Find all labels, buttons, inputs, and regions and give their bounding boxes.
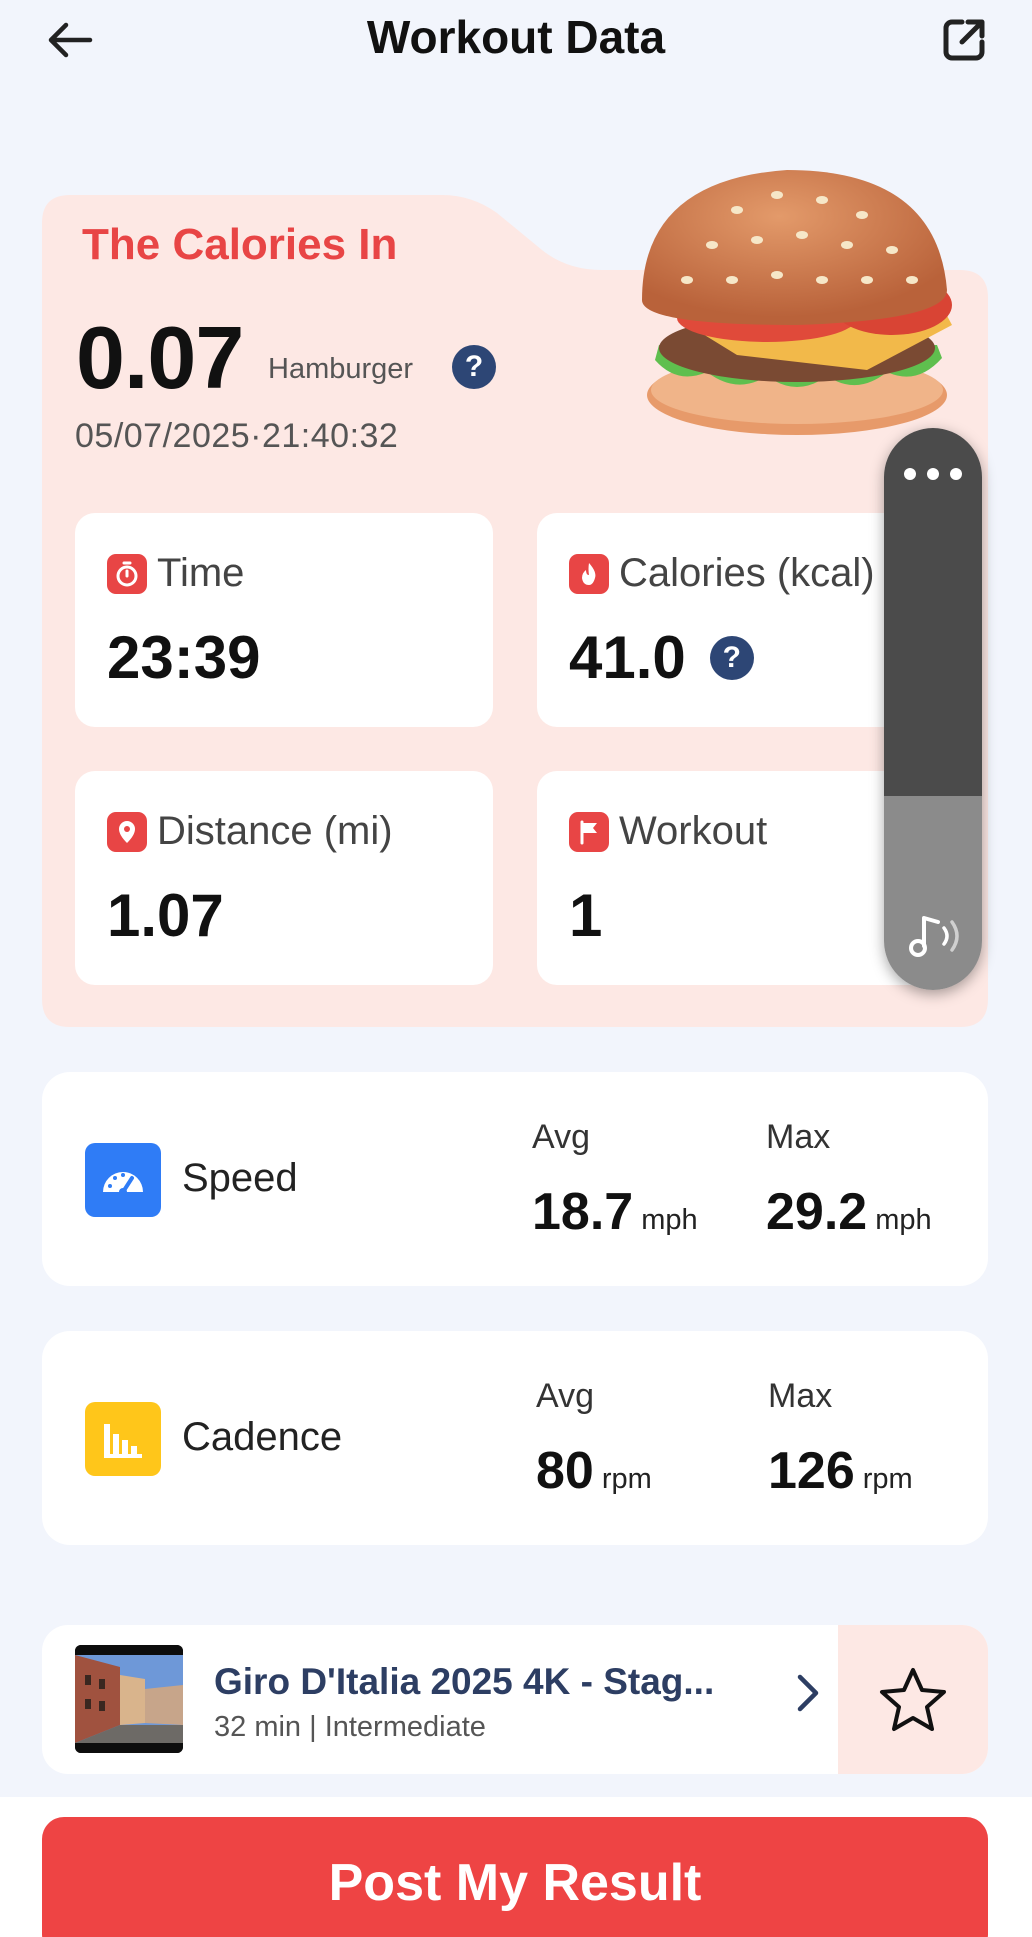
help-icon[interactable]: ?: [709, 635, 754, 680]
hamburger-illustration: [642, 170, 952, 435]
workout-datetime: 05/07/2025·21:40:32: [75, 417, 399, 455]
stopwatch-icon: [107, 553, 147, 594]
cadence-avg-number: 80: [536, 1442, 594, 1500]
route-card[interactable]: Giro D'Italia 2025 4K - Stag... 32 min |…: [42, 1625, 988, 1774]
speed-avg-unit: mph: [641, 1204, 698, 1236]
chevron-right-icon[interactable]: [790, 1665, 826, 1721]
speedometer-icon: [85, 1143, 161, 1217]
bar-chart-icon: [85, 1402, 161, 1476]
help-icon[interactable]: ?: [452, 345, 496, 389]
distance-tile: Distance (mi) 1.07: [75, 771, 493, 985]
floating-audio-panel[interactable]: [884, 428, 982, 990]
speed-avg-number: 18.7: [532, 1183, 634, 1241]
app-header: Workout Data: [0, 0, 1032, 80]
speed-avg-value: 18.7 mph: [532, 1182, 698, 1242]
time-label: Time: [157, 551, 245, 595]
cadence-avg-value: 80 rpm: [536, 1441, 652, 1501]
bottom-bar: Post My Result: [0, 1797, 1032, 1937]
cadence-label: Cadence: [182, 1415, 343, 1459]
workout-value-text: 1: [569, 882, 603, 949]
time-value: 23:39: [107, 623, 260, 692]
speed-max-label: Max: [766, 1118, 831, 1156]
more-dots-icon[interactable]: [904, 464, 962, 484]
help-glyph: ?: [464, 350, 484, 383]
flag-icon: [569, 811, 609, 852]
share-external-icon: [943, 19, 985, 61]
cadence-max-unit: rpm: [862, 1463, 913, 1495]
distance-value: 1.07: [107, 881, 224, 950]
star-outline-icon: [880, 1667, 946, 1731]
speed-max-value: 29.2 mph: [766, 1182, 932, 1242]
map-pin-icon: [107, 811, 147, 852]
music-sound-icon[interactable]: [900, 906, 966, 966]
help-glyph: ?: [722, 640, 741, 674]
route-meta: 32 min | Intermediate: [214, 1711, 486, 1743]
speed-avg-label: Avg: [532, 1118, 590, 1156]
cadence-avg-unit: rpm: [601, 1463, 652, 1495]
share-button[interactable]: [934, 10, 994, 70]
speed-max-number: 29.2: [766, 1183, 868, 1241]
distance-label: Distance (mi): [157, 809, 393, 853]
food-label: Hamburger: [268, 353, 414, 385]
favorite-button[interactable]: [838, 1625, 988, 1774]
page-title: Workout Data: [366, 11, 666, 63]
workout-value: 1: [569, 881, 602, 950]
speed-card: Speed Avg 18.7 mph Max 29.2 mph: [42, 1072, 988, 1286]
calories-in-value: 0.07: [76, 308, 244, 407]
route-thumbnail: [75, 1645, 183, 1753]
route-title[interactable]: Giro D'Italia 2025 4K - Stag...: [214, 1661, 714, 1703]
distance-value-text: 1.07: [107, 882, 224, 949]
calories-in-card: The Calories In 0.07 Hamburger ? 05/07/2…: [42, 170, 988, 1027]
cadence-avg-label: Avg: [536, 1377, 594, 1415]
speed-max-unit: mph: [875, 1204, 932, 1236]
cadence-max-value: 126 rpm: [768, 1441, 913, 1501]
flame-icon: [569, 553, 609, 594]
speed-label: Speed: [182, 1156, 298, 1200]
calories-value-text: 41.0: [569, 624, 686, 691]
time-value-text: 23:39: [107, 624, 261, 691]
workout-label: Workout: [619, 809, 768, 853]
post-result-button[interactable]: Post My Result: [42, 1817, 988, 1937]
calories-in-title: The Calories In: [82, 220, 398, 269]
calories-label: Calories (kcal): [619, 551, 875, 595]
cadence-card: Cadence Avg 80 rpm Max 126 rpm: [42, 1331, 988, 1545]
calories-value: 41.0 ?: [569, 623, 754, 692]
cadence-max-label: Max: [768, 1377, 833, 1415]
time-tile: Time 23:39: [75, 513, 493, 727]
cadence-max-number: 126: [768, 1442, 855, 1500]
